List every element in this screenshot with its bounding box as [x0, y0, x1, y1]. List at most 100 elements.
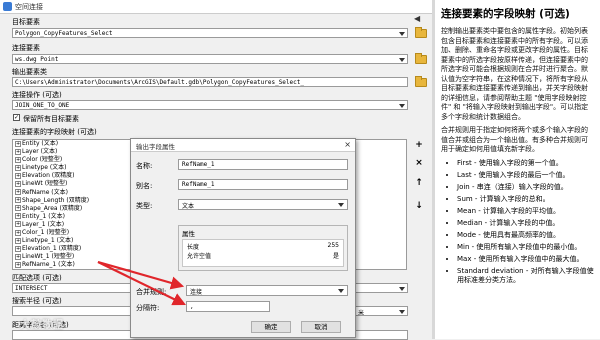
keep-all-checkbox[interactable]: ✓: [13, 114, 20, 121]
field-map-item-label: Angle (双精度): [22, 270, 64, 271]
target-features-label: 目标要素: [12, 18, 40, 26]
dialog-titlebar: 输出字段属性 ×: [131, 139, 355, 152]
help-paragraph: 控制输出要素类中要包含的属性字段。初始列表包含目标要素和连接要素中的所有字段。可…: [441, 27, 589, 121]
type-label: 类型:: [136, 202, 153, 210]
field-map-item-label: Elevation (双精度): [22, 172, 75, 180]
field-map-item-label: Linetype (文本): [22, 164, 67, 172]
watermark: 大鼓数据: [20, 320, 64, 331]
expand-icon[interactable]: +: [15, 213, 21, 220]
delimiter-input[interactable]: ,: [186, 301, 270, 312]
expand-icon[interactable]: +: [15, 197, 21, 204]
output-browse-button[interactable]: [412, 75, 430, 89]
field-map-item-label: Elevation_1 (双精度): [22, 245, 82, 253]
merge-rule-list: First - 使用输入字段的第一个值。 Last - 使用输入字段的最后一个值。…: [441, 159, 594, 286]
field-map-item-label: RefName (文本): [22, 188, 68, 196]
join-browse-button[interactable]: [412, 52, 430, 66]
window-title: 空间连接: [15, 3, 43, 11]
merge-rule-help-item: Join - 串连（连接）输入字段的值。: [457, 183, 594, 193]
delete-field-button[interactable]: ×: [412, 156, 426, 170]
folder-icon: [415, 52, 427, 64]
property-key: 长度: [187, 244, 200, 251]
property-value: 255: [327, 242, 339, 249]
join-features-input[interactable]: ws.dwg Point: [12, 54, 408, 64]
property-row[interactable]: 允许空值 是: [185, 251, 341, 260]
merge-rule-help-item: Median - 计算输入字段的中值。: [457, 219, 594, 229]
expand-icon[interactable]: +: [15, 205, 21, 212]
merge-rule-help-item: Min - 使用所有输入字段值中的最小值。: [457, 243, 594, 253]
delimiter-label: 分隔符:: [136, 304, 160, 312]
search-radius-unit-select[interactable]: 米: [355, 306, 408, 316]
close-icon[interactable]: ×: [344, 140, 351, 149]
field-map-item-label: Entity_1 (文本): [22, 212, 65, 220]
window-titlebar: 空间连接: [0, 0, 432, 14]
add-field-button[interactable]: +: [412, 138, 426, 152]
field-map-item-label: Layer_1 (文本): [22, 220, 65, 228]
expand-icon[interactable]: +: [15, 164, 21, 171]
field-map-item-label: RefName_1 (文本): [22, 261, 75, 269]
merge-rule-help-item: Standard deviation - 对所有输入字段值使用标准差分类方法。: [457, 267, 594, 286]
type-select[interactable]: 文本: [178, 199, 348, 210]
name-input[interactable]: RefName_1: [178, 159, 348, 170]
merge-rule-help-item: First - 使用输入字段的第一个值。: [457, 159, 594, 169]
expand-icon[interactable]: +: [15, 261, 21, 268]
properties-table: 长度 255 允许空值 是: [182, 239, 344, 267]
app-icon: [3, 2, 12, 11]
match-option-label: 匹配选项 (可选): [12, 274, 62, 282]
join-operation-label: 连接操作 (可选): [12, 91, 62, 99]
merge-rule-help-item: Max - 使用所有输入字段值中的最大值。: [457, 255, 594, 265]
field-map-item-label: Linetype_1 (文本): [22, 237, 74, 245]
expand-icon[interactable]: +: [15, 180, 21, 187]
merge-rule-select[interactable]: 连接: [186, 285, 348, 296]
delete-icon: ×: [415, 158, 423, 168]
field-map-item-label: LineWt_1 (短整型): [22, 253, 75, 261]
merge-rule-help-item: Mode - 使用具有最高频率的值。: [457, 231, 594, 241]
field-map-item-label: Color (短整型): [22, 156, 63, 164]
alias-input[interactable]: RefName_1: [178, 179, 348, 190]
field-map-item-label: LineWt (短整型): [22, 180, 68, 188]
expand-icon[interactable]: +: [15, 237, 21, 244]
collapse-help-icon[interactable]: ◀: [414, 14, 424, 24]
property-value: 是: [332, 253, 339, 260]
field-map-item-label: Shape_Area (双精度): [22, 204, 83, 212]
plus-icon: +: [415, 140, 423, 150]
move-up-button[interactable]: ↑: [412, 176, 426, 190]
field-map-item-label: Entity (文本): [22, 140, 59, 147]
field-map-item-label: Color_1 (短整型): [22, 229, 70, 237]
properties-group: 属性 长度 255 允许空值 是: [178, 225, 348, 271]
expand-icon[interactable]: +: [15, 229, 21, 236]
property-key: 允许空值: [187, 253, 212, 260]
move-down-button[interactable]: ↓: [412, 199, 426, 213]
merge-rule-help-item: Mean - 计算输入字段的平均值。: [457, 207, 594, 217]
expand-icon[interactable]: +: [15, 253, 21, 260]
field-map-label: 连接要素的字段映射 (可选): [12, 128, 97, 136]
expand-icon[interactable]: +: [15, 148, 21, 155]
help-pane: 连接要素的字段映射 (可选) 控制输出要素类中要包含的属性字段。初始列表包含目标…: [435, 0, 600, 339]
expand-icon[interactable]: +: [15, 245, 21, 252]
target-features-input[interactable]: Polygon_CopyFeatures_Select: [12, 28, 408, 38]
field-map-item-label: Shape_Length (双精度): [22, 196, 90, 204]
expand-icon[interactable]: +: [15, 156, 21, 163]
properties-header: 属性: [182, 230, 195, 238]
join-operation-select[interactable]: JOIN_ONE_TO_ONE: [12, 100, 408, 110]
merge-rule-help-item: Sum - 计算输入字段的总和。: [457, 195, 594, 205]
expand-icon[interactable]: +: [15, 172, 21, 179]
target-browse-button[interactable]: [412, 26, 430, 40]
field-map-item-label: Layer (文本): [22, 148, 58, 156]
dialog-title: 输出字段属性: [136, 143, 175, 151]
alias-label: 别名:: [136, 182, 153, 190]
property-row[interactable]: 长度 255: [185, 242, 341, 251]
expand-icon[interactable]: +: [15, 140, 21, 147]
expand-icon[interactable]: +: [15, 189, 21, 196]
cancel-button[interactable]: 取消: [301, 321, 341, 333]
output-field-properties-dialog: 输出字段属性 × 名称: RefName_1 别名: RefName_1 类型:…: [130, 138, 356, 338]
join-features-label: 连接要素: [12, 44, 40, 52]
search-radius-label: 搜索半径 (可选): [12, 297, 62, 305]
arrow-down-icon: ↓: [415, 201, 423, 211]
output-feature-class-input[interactable]: C:\Users\Administrator\Documents\ArcGIS\…: [12, 77, 408, 87]
name-label: 名称:: [136, 162, 153, 170]
expand-icon[interactable]: +: [15, 221, 21, 228]
arrow-up-icon: ↑: [415, 178, 423, 188]
folder-icon: [415, 26, 427, 38]
keep-all-label: 保留所有目标要素: [23, 115, 79, 123]
ok-button[interactable]: 确定: [251, 321, 291, 333]
